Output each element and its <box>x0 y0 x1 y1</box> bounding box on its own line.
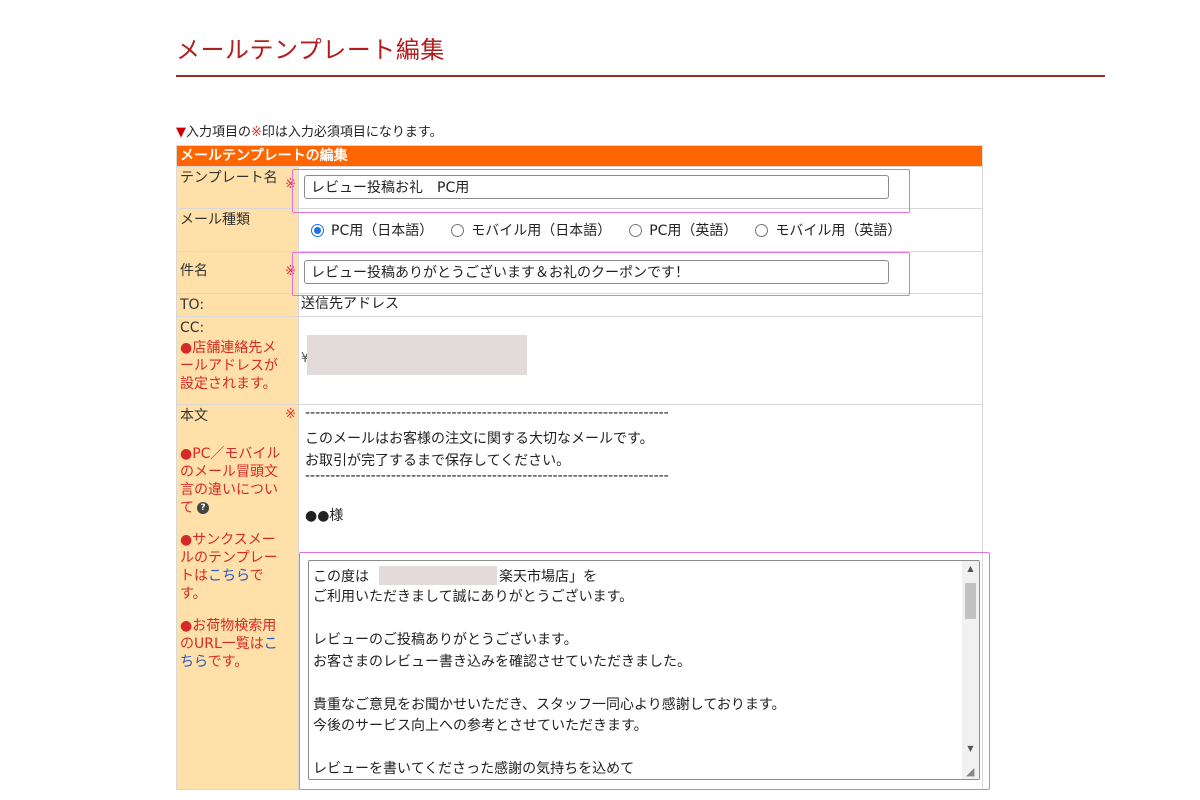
notice-prefix: 入力項目の <box>186 125 252 140</box>
textarea-line: レビューを書いてくださった感謝の気持ちを込めて <box>313 761 635 777</box>
mail-type-radio-group: PC用（日本語） モバイル用（日本語） PC用（英語） モバイル用（英語） <box>299 209 982 251</box>
body-note-tracking: ●お荷物検索用のURL一覧はこちらです。 <box>177 605 288 673</box>
body-note-thanks: ●サンクスメールのテンプレートはこちらです。 <box>177 519 288 605</box>
radio-pc-english[interactable]: PC用（英語） <box>629 220 737 240</box>
to-label: TO: <box>180 297 205 313</box>
body-textarea[interactable]: この度は 楽天市場店」を ご利用いただきまして誠にありがとうございます。 レビュ… <box>308 560 980 780</box>
body-separator: ----------------------------------------… <box>305 468 669 484</box>
body-header-line: このメールはお客様の注文に関する大切なメールです。 <box>305 431 654 447</box>
form-header: メールテンプレートの編集 <box>176 145 983 167</box>
textarea-line: ご利用いただきまして誠にありがとうございます。 <box>313 589 634 605</box>
radio-unchecked-icon[interactable] <box>629 223 643 237</box>
radio-unchecked-icon[interactable] <box>451 223 465 237</box>
body-header-line: お取引が完了するまで保存してください。 <box>305 453 571 469</box>
template-name-value-cell: レビュー投稿お礼 PC用 <box>298 166 983 209</box>
radio-label: モバイル用（日本語） <box>471 223 612 239</box>
scroll-thumb[interactable] <box>965 583 976 619</box>
textarea-line: 楽天市場店」を <box>499 569 597 585</box>
radio-label: モバイル用（英語） <box>775 223 902 239</box>
subject-input[interactable]: レビュー投稿ありがとうございます＆お礼のクーポンです！ <box>304 260 889 284</box>
body-note-tracking-suffix: です。 <box>207 654 249 670</box>
textarea-line: 貴重なご意見をお聞かせいただき、スタッフ一同心より感謝しております。 <box>313 697 786 713</box>
mail-type-label-cell: メール種類 <box>176 208 299 252</box>
body-label-cell: 本文 ※ ●PC／モバイルのメール冒頭文言の違いについて? ●サンクスメールのテ… <box>176 404 299 790</box>
to-label-cell: TO: <box>176 293 299 317</box>
resize-grip-icon[interactable]: ◢ <box>966 766 978 778</box>
cc-value-cell: ¥ <box>298 316 983 405</box>
textarea-line: この度は <box>313 569 369 585</box>
radio-label: PC用（英語） <box>649 223 738 239</box>
radio-pc-japanese[interactable]: PC用（日本語） <box>311 220 433 240</box>
to-value-cell: 送信先アドレス <box>298 293 983 317</box>
template-name-input[interactable]: レビュー投稿お礼 PC用 <box>304 175 889 199</box>
body-note-header-diff-text: ●PC／モバイルのメール冒頭文言の違いについて <box>180 446 281 516</box>
body-greeting: ●●様 <box>305 508 344 524</box>
mail-type-value-cell: PC用（日本語） モバイル用（日本語） PC用（英語） モバイル用（英語） <box>298 208 983 252</box>
required-notice: ▼入力項目の※印は入力必須項目になります。 <box>176 121 443 140</box>
body-note-tracking-text: ●お荷物検索用のURL一覧は <box>180 618 277 652</box>
shop-name-redacted <box>379 566 497 585</box>
subject-label: 件名 <box>180 263 208 279</box>
radio-mobile-japanese[interactable]: モバイル用（日本語） <box>451 220 611 240</box>
page-title: メールテンプレート編集 <box>176 36 445 64</box>
template-name-label: テンプレート名 <box>180 170 278 186</box>
thanks-template-link[interactable]: こちら <box>208 568 250 584</box>
body-separator: ----------------------------------------… <box>305 405 669 421</box>
subject-value-cell: レビュー投稿ありがとうございます＆お礼のクーポンです！ <box>298 251 983 294</box>
notice-required-mark: ※ <box>251 125 262 140</box>
required-mark: ※ <box>285 177 296 192</box>
mail-type-label: メール種類 <box>180 212 250 228</box>
notice-suffix: 印は入力必須項目になります。 <box>261 125 443 140</box>
notice-triangle: ▼ <box>176 125 186 140</box>
to-value: 送信先アドレス <box>301 296 399 312</box>
cc-label: CC: <box>180 320 205 336</box>
help-icon[interactable]: ? <box>197 502 209 514</box>
cc-address-redacted <box>307 335 527 375</box>
cc-label-cell: CC: ●店舗連絡先メールアドレスが設定されます。 <box>176 316 299 405</box>
textarea-line: 今後のサービス向上への参考とさせていただきます。 <box>313 718 648 734</box>
template-name-label-cell: テンプレート名 ※ <box>176 166 299 209</box>
scroll-down-icon[interactable]: ▼ <box>962 741 979 757</box>
radio-label: PC用（日本語） <box>331 223 434 239</box>
radio-mobile-english[interactable]: モバイル用（英語） <box>755 220 901 240</box>
required-mark: ※ <box>285 407 296 422</box>
subject-label-cell: 件名 ※ <box>176 251 299 294</box>
radio-unchecked-icon[interactable] <box>755 223 769 237</box>
textarea-line: レビューのご投稿ありがとうございます。 <box>313 632 578 648</box>
body-note-header-diff[interactable]: ●PC／モバイルのメール冒頭文言の違いについて? <box>177 427 288 519</box>
cc-note: ●店舗連絡先メールアドレスが設定されます。 <box>180 340 278 392</box>
textarea-line: お客さまのレビュー書き込みを確認させていただきました。 <box>313 654 691 670</box>
required-mark: ※ <box>285 264 296 279</box>
body-label: 本文 <box>180 408 208 424</box>
radio-checked-icon[interactable] <box>311 223 324 237</box>
scroll-up-icon[interactable]: ▲ <box>962 561 979 577</box>
textarea-scrollbar[interactable]: ▲ ▼ <box>962 561 979 779</box>
title-divider <box>176 75 1105 77</box>
